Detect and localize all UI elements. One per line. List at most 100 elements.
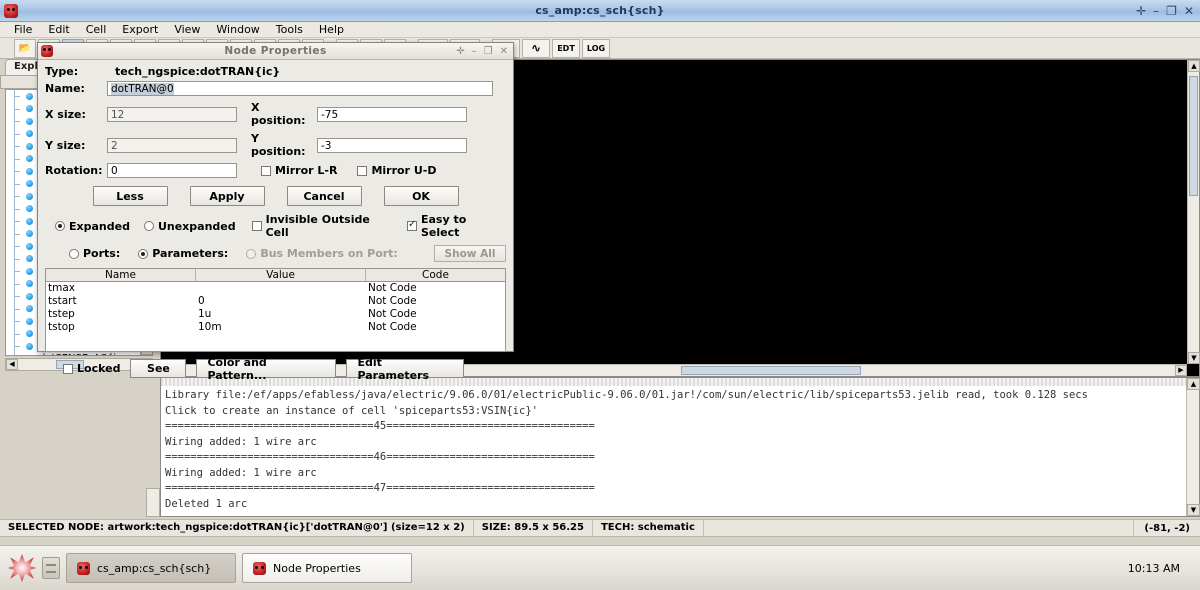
canvas-scroll-down-icon[interactable]: ▼ [1188, 352, 1200, 364]
start-menu-icon[interactable] [8, 554, 36, 582]
dialog-shade-button[interactable]: ✛ [456, 46, 464, 57]
cell-name: tmax [48, 282, 75, 294]
invisible-outside-cell-label: Invisible Outside Cell [265, 213, 370, 239]
menu-item-file[interactable]: File [6, 23, 40, 36]
node-dot-icon [26, 130, 33, 138]
menu-item-window[interactable]: Window [208, 23, 267, 36]
tree-line [14, 308, 20, 310]
bus-members-radio [246, 248, 257, 259]
tree-line [14, 108, 20, 110]
status-size: SIZE: 89.5 x 56.25 [474, 520, 593, 536]
parameters-radio[interactable] [138, 248, 149, 259]
console-vertical-scrollbar[interactable]: ▲ ▼ [1186, 378, 1200, 516]
taskbar-item-label: Node Properties [273, 561, 361, 575]
cell-value [196, 282, 366, 295]
canvas-scroll-right-icon[interactable]: ▶ [1175, 365, 1187, 376]
expanded-radio[interactable] [55, 221, 65, 231]
tree-line [14, 352, 15, 355]
locked-checkbox[interactable] [63, 363, 73, 374]
rotation-label: Rotation: [45, 164, 103, 177]
cell-value: 1u [198, 308, 212, 320]
status-selected-node: SELECTED NODE: artwork:tech_ngspice:dotT… [0, 520, 474, 536]
cell-code: Not Code [368, 308, 417, 320]
message-console[interactable]: Library file:/ef/apps/efabless/java/elec… [160, 377, 1200, 517]
parameters-label: Parameters: [152, 247, 229, 260]
file-manager-icon[interactable] [42, 557, 60, 579]
ysize-field[interactable]: 2 [107, 137, 237, 153]
node-properties-dialog[interactable]: Node Properties ✛ – ❐ ✕ Type: tech_ngspi… [37, 42, 514, 382]
parameters-table-header: Name Value Code [46, 269, 505, 282]
easy-to-select-label: Easy to Select [420, 213, 467, 239]
open-icon[interactable]: 📂 [14, 38, 36, 58]
yposition-field[interactable]: -3 [317, 137, 467, 153]
menu-item-export[interactable]: Export [114, 23, 166, 36]
menu-item-edit[interactable]: Edit [40, 23, 77, 36]
tree-line [14, 221, 20, 222]
ok-button[interactable]: OK [383, 186, 459, 206]
edt-button[interactable]: EDT [552, 38, 580, 58]
menu-item-help[interactable]: Help [311, 23, 352, 36]
menu-item-tools[interactable]: Tools [268, 23, 311, 36]
mirror-lr-checkbox[interactable] [261, 165, 271, 176]
table-row[interactable]: tmax Not Code [46, 282, 505, 295]
less-button[interactable]: Less [92, 186, 168, 206]
dialog-title: Node Properties [224, 45, 327, 57]
mirror-ud-checkbox[interactable] [357, 165, 368, 176]
console-scroll-down-icon[interactable]: ▼ [1187, 504, 1200, 516]
log-button[interactable]: LOG [582, 38, 610, 58]
canvas-scroll-up-icon[interactable]: ▲ [1188, 60, 1200, 72]
invisible-outside-cell-checkbox[interactable] [251, 221, 262, 231]
tree-scroll-left-icon[interactable]: ◀ [6, 359, 18, 370]
dialog-close-button[interactable]: ✕ [500, 46, 508, 57]
apply-button[interactable]: Apply [189, 186, 265, 206]
xposition-field[interactable]: -75 [317, 106, 467, 122]
canvas-vertical-scrollbar[interactable]: ▲ ▼ [1187, 60, 1200, 364]
tree-line [14, 96, 20, 97]
canvas-vscroll-thumb[interactable] [1189, 76, 1198, 196]
tree-line [14, 121, 20, 122]
cell-name: tstart [48, 295, 77, 307]
column-header-name: Name [46, 269, 196, 281]
taskbar-item-cs-amp[interactable]: cs_amp:cs_sch{sch} [66, 553, 236, 583]
color-and-pattern-button[interactable]: Color and Pattern... [196, 356, 337, 382]
window-shade-button[interactable]: ✛ [1136, 5, 1146, 17]
tree-line [14, 171, 20, 172]
window-close-button[interactable]: ✕ [1184, 5, 1194, 17]
waveform-icon[interactable]: ∿ [522, 38, 550, 58]
menu-item-view[interactable]: View [166, 23, 208, 36]
app-icon [4, 3, 18, 18]
menu-item-cell[interactable]: Cell [78, 23, 115, 36]
taskbar-item-node-properties[interactable]: Node Properties [242, 553, 412, 583]
easy-to-select-checkbox[interactable] [406, 219, 417, 231]
node-dot-icon [26, 117, 33, 125]
cell-value: 0 [198, 295, 205, 307]
window-maximize-button[interactable]: ❐ [1166, 5, 1177, 17]
see-button[interactable]: See [130, 359, 187, 378]
dialog-minimize-button[interactable]: – [472, 46, 477, 57]
tree-line [14, 233, 20, 235]
rotation-field[interactable]: 0 [107, 163, 237, 178]
console-scroll-up-icon[interactable]: ▲ [1187, 378, 1200, 390]
cell-value: 10m [198, 321, 222, 333]
dialog-maximize-button[interactable]: ❐ [484, 46, 493, 57]
xsize-field[interactable]: 12 [107, 106, 237, 122]
edit-parameters-button[interactable]: Edit Parameters [346, 356, 465, 382]
cell-name: tstop [48, 321, 75, 333]
node-dot-icon [26, 317, 33, 325]
canvas-hscroll-thumb[interactable] [681, 366, 861, 375]
type-value: tech_ngspice:dotTRAN{ic} [115, 65, 281, 78]
ports-radio[interactable] [69, 248, 79, 259]
name-field[interactable]: dotTRAN@0 [107, 81, 493, 96]
ports-label: Ports: [83, 247, 121, 260]
tree-line [14, 271, 20, 272]
unexpanded-radio[interactable] [143, 221, 154, 231]
table-row[interactable]: tstop 10m Not Code [46, 321, 505, 334]
cancel-button[interactable]: Cancel [286, 186, 362, 206]
table-row[interactable]: tstart 0 Not Code [46, 295, 505, 308]
table-row[interactable]: tstep 1u Not Code [46, 308, 505, 321]
parameters-table[interactable]: Name Value Code tmax Not Code tstart 0 Not C… [45, 268, 506, 352]
console-left-scroll-stub[interactable] [146, 488, 160, 517]
node-dot-icon [26, 280, 33, 288]
window-minimize-button[interactable]: – [1153, 5, 1159, 17]
mirror-ud-label: Mirror U-D [371, 164, 437, 177]
